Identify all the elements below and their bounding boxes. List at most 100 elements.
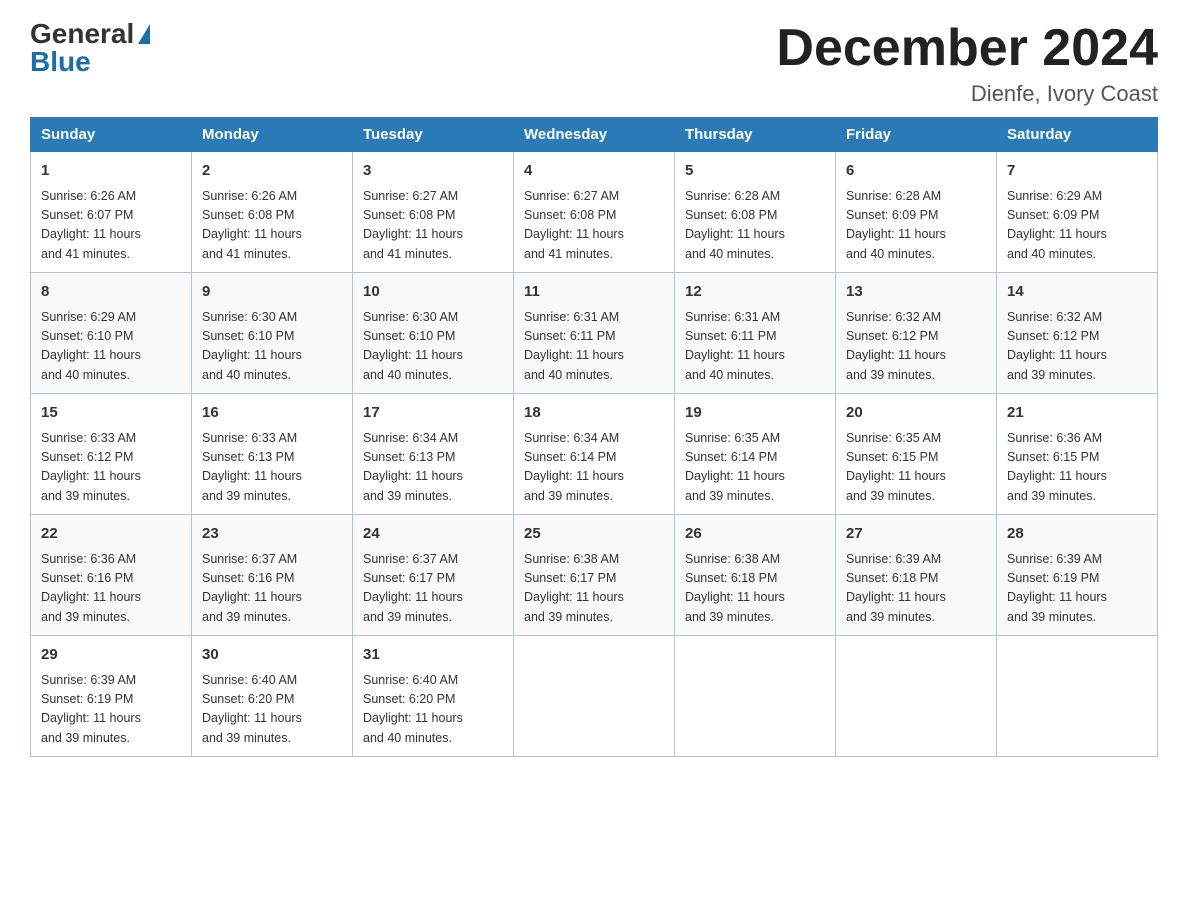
day-number: 6 [846, 160, 986, 183]
day-info: Sunrise: 6:35 AMSunset: 6:15 PMDaylight:… [846, 429, 986, 507]
calendar-cell: 24 Sunrise: 6:37 AMSunset: 6:17 PMDayligh… [353, 515, 514, 636]
logo-blue: Blue [30, 48, 91, 76]
day-info: Sunrise: 6:39 AMSunset: 6:19 PMDaylight:… [41, 671, 181, 749]
header-row: SundayMondayTuesdayWednesdayThursdayFrid… [31, 118, 1158, 152]
day-number: 7 [1007, 160, 1147, 183]
day-number: 26 [685, 523, 825, 546]
week-row-3: 15 Sunrise: 6:33 AMSunset: 6:12 PMDayligh… [31, 394, 1158, 515]
calendar-cell: 12 Sunrise: 6:31 AMSunset: 6:11 PMDayligh… [675, 273, 836, 394]
day-number: 31 [363, 644, 503, 667]
calendar-cell: 6 Sunrise: 6:28 AMSunset: 6:09 PMDaylight… [836, 152, 997, 273]
day-number: 16 [202, 402, 342, 425]
calendar-cell: 29 Sunrise: 6:39 AMSunset: 6:19 PMDayligh… [31, 636, 192, 757]
calendar-cell: 20 Sunrise: 6:35 AMSunset: 6:15 PMDayligh… [836, 394, 997, 515]
week-row-2: 8 Sunrise: 6:29 AMSunset: 6:10 PMDaylight… [31, 273, 1158, 394]
day-number: 27 [846, 523, 986, 546]
header-monday: Monday [192, 118, 353, 152]
day-info: Sunrise: 6:39 AMSunset: 6:19 PMDaylight:… [1007, 550, 1147, 628]
day-info: Sunrise: 6:27 AMSunset: 6:08 PMDaylight:… [363, 187, 503, 265]
calendar-header: SundayMondayTuesdayWednesdayThursdayFrid… [31, 118, 1158, 152]
day-number: 9 [202, 281, 342, 304]
day-info: Sunrise: 6:30 AMSunset: 6:10 PMDaylight:… [202, 308, 342, 386]
header-sunday: Sunday [31, 118, 192, 152]
calendar-cell [514, 636, 675, 757]
calendar-cell: 22 Sunrise: 6:36 AMSunset: 6:16 PMDayligh… [31, 515, 192, 636]
week-row-5: 29 Sunrise: 6:39 AMSunset: 6:19 PMDayligh… [31, 636, 1158, 757]
calendar-cell: 9 Sunrise: 6:30 AMSunset: 6:10 PMDaylight… [192, 273, 353, 394]
day-number: 15 [41, 402, 181, 425]
day-number: 1 [41, 160, 181, 183]
calendar-cell: 23 Sunrise: 6:37 AMSunset: 6:16 PMDayligh… [192, 515, 353, 636]
day-number: 4 [524, 160, 664, 183]
day-info: Sunrise: 6:38 AMSunset: 6:18 PMDaylight:… [685, 550, 825, 628]
calendar-cell: 25 Sunrise: 6:38 AMSunset: 6:17 PMDayligh… [514, 515, 675, 636]
calendar-cell: 14Sunrise: 6:32 AMSunset: 6:12 PMDayligh… [997, 273, 1158, 394]
day-number: 12 [685, 281, 825, 304]
day-info: Sunrise: 6:38 AMSunset: 6:17 PMDaylight:… [524, 550, 664, 628]
calendar-cell: 16 Sunrise: 6:33 AMSunset: 6:13 PMDayligh… [192, 394, 353, 515]
calendar-cell: 8 Sunrise: 6:29 AMSunset: 6:10 PMDaylight… [31, 273, 192, 394]
day-number: 22 [41, 523, 181, 546]
calendar-cell [836, 636, 997, 757]
day-number: 11 [524, 281, 664, 304]
calendar-cell: 2Sunrise: 6:26 AMSunset: 6:08 PMDaylight… [192, 152, 353, 273]
day-info: Sunrise: 6:39 AMSunset: 6:18 PMDaylight:… [846, 550, 986, 628]
calendar-cell: 28 Sunrise: 6:39 AMSunset: 6:19 PMDayligh… [997, 515, 1158, 636]
week-row-4: 22 Sunrise: 6:36 AMSunset: 6:16 PMDayligh… [31, 515, 1158, 636]
calendar-cell: 19 Sunrise: 6:35 AMSunset: 6:14 PMDayligh… [675, 394, 836, 515]
day-number: 25 [524, 523, 664, 546]
day-number: 18 [524, 402, 664, 425]
day-number: 14 [1007, 281, 1147, 304]
day-number: 17 [363, 402, 503, 425]
day-number: 13 [846, 281, 986, 304]
day-info: Sunrise: 6:26 AMSunset: 6:07 PMDaylight:… [41, 187, 181, 265]
day-info: Sunrise: 6:36 AMSunset: 6:16 PMDaylight:… [41, 550, 181, 628]
location: Dienfe, Ivory Coast [776, 81, 1158, 107]
calendar-cell: 7Sunrise: 6:29 AMSunset: 6:09 PMDaylight… [997, 152, 1158, 273]
calendar-cell: 27 Sunrise: 6:39 AMSunset: 6:18 PMDayligh… [836, 515, 997, 636]
day-number: 3 [363, 160, 503, 183]
day-info: Sunrise: 6:28 AMSunset: 6:09 PMDaylight:… [846, 187, 986, 265]
day-info: Sunrise: 6:37 AMSunset: 6:16 PMDaylight:… [202, 550, 342, 628]
calendar-cell: 10Sunrise: 6:30 AMSunset: 6:10 PMDayligh… [353, 273, 514, 394]
calendar-cell: 3 Sunrise: 6:27 AMSunset: 6:08 PMDaylight… [353, 152, 514, 273]
day-number: 20 [846, 402, 986, 425]
day-number: 30 [202, 644, 342, 667]
day-number: 29 [41, 644, 181, 667]
day-info: Sunrise: 6:30 AMSunset: 6:10 PMDaylight:… [363, 308, 503, 386]
header-friday: Friday [836, 118, 997, 152]
calendar-body: 1 Sunrise: 6:26 AMSunset: 6:07 PMDaylight… [31, 152, 1158, 757]
day-info: Sunrise: 6:27 AMSunset: 6:08 PMDaylight:… [524, 187, 664, 265]
day-info: Sunrise: 6:34 AMSunset: 6:13 PMDaylight:… [363, 429, 503, 507]
day-info: Sunrise: 6:33 AMSunset: 6:12 PMDaylight:… [41, 429, 181, 507]
day-info: Sunrise: 6:28 AMSunset: 6:08 PMDaylight:… [685, 187, 825, 265]
logo: General Blue [30, 20, 150, 76]
day-number: 23 [202, 523, 342, 546]
day-number: 8 [41, 281, 181, 304]
month-title: December 2024 [776, 20, 1158, 77]
day-info: Sunrise: 6:26 AMSunset: 6:08 PMDaylight:… [202, 187, 342, 265]
week-row-1: 1 Sunrise: 6:26 AMSunset: 6:07 PMDaylight… [31, 152, 1158, 273]
calendar-cell: 21 Sunrise: 6:36 AMSunset: 6:15 PMDayligh… [997, 394, 1158, 515]
header-tuesday: Tuesday [353, 118, 514, 152]
calendar-cell: 30 Sunrise: 6:40 AMSunset: 6:20 PMDayligh… [192, 636, 353, 757]
day-info: Sunrise: 6:32 AMSunset: 6:12 PMDaylight:… [846, 308, 986, 386]
day-info: Sunrise: 6:35 AMSunset: 6:14 PMDaylight:… [685, 429, 825, 507]
day-info: Sunrise: 6:36 AMSunset: 6:15 PMDaylight:… [1007, 429, 1147, 507]
header-thursday: Thursday [675, 118, 836, 152]
day-info: Sunrise: 6:29 AMSunset: 6:10 PMDaylight:… [41, 308, 181, 386]
day-info: Sunrise: 6:37 AMSunset: 6:17 PMDaylight:… [363, 550, 503, 628]
day-info: Sunrise: 6:40 AMSunset: 6:20 PMDaylight:… [202, 671, 342, 749]
day-number: 19 [685, 402, 825, 425]
day-number: 21 [1007, 402, 1147, 425]
day-info: Sunrise: 6:33 AMSunset: 6:13 PMDaylight:… [202, 429, 342, 507]
day-info: Sunrise: 6:31 AMSunset: 6:11 PMDaylight:… [685, 308, 825, 386]
title-block: December 2024 Dienfe, Ivory Coast [776, 20, 1158, 107]
day-info: Sunrise: 6:34 AMSunset: 6:14 PMDaylight:… [524, 429, 664, 507]
day-number: 28 [1007, 523, 1147, 546]
day-info: Sunrise: 6:40 AMSunset: 6:20 PMDaylight:… [363, 671, 503, 749]
day-number: 24 [363, 523, 503, 546]
calendar-table: SundayMondayTuesdayWednesdayThursdayFrid… [30, 117, 1158, 757]
calendar-cell: 4 Sunrise: 6:27 AMSunset: 6:08 PMDaylight… [514, 152, 675, 273]
page-header: General Blue December 2024 Dienfe, Ivory… [30, 20, 1158, 107]
